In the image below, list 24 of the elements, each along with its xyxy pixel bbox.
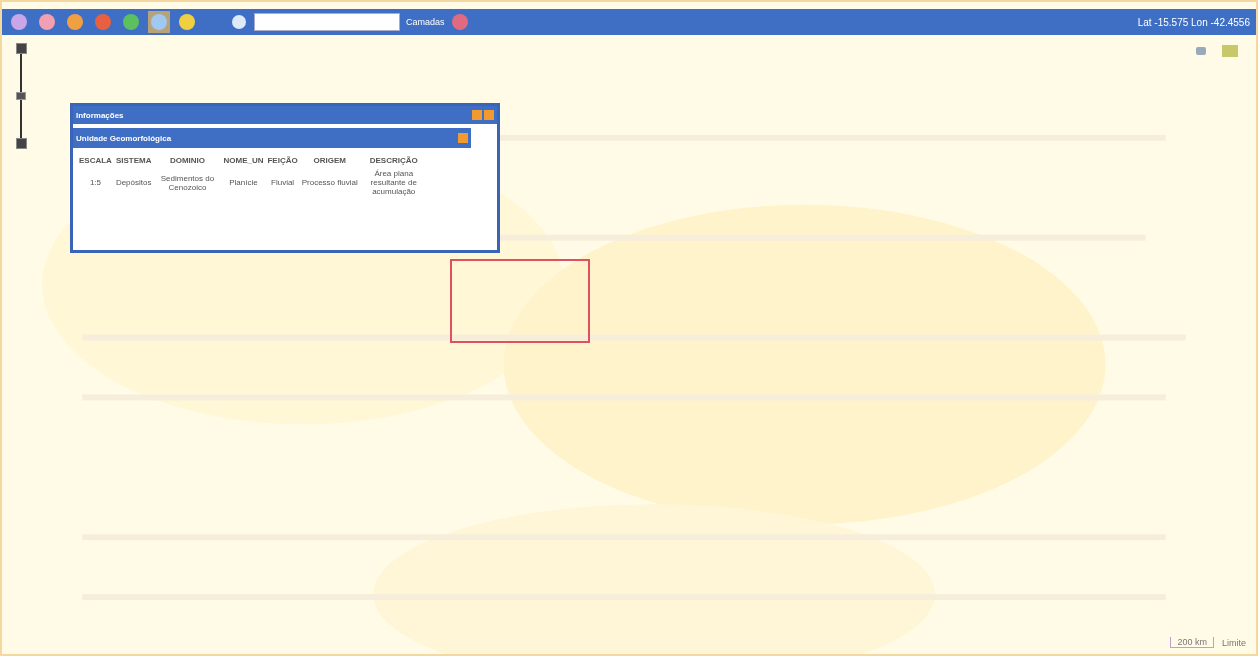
column-header: NOME_UN (222, 155, 265, 167)
table-cell-text: 1:5 (88, 177, 102, 189)
column-header: ESCALA (78, 155, 113, 167)
coordinates-text: Lat -15.575 Lon -42.4556 (1137, 16, 1250, 28)
scale-label: Limite (1222, 637, 1246, 648)
scale-bar: 200 km (1170, 637, 1214, 648)
zoom-in-button[interactable] (15, 43, 27, 54)
table-cell-text: Sedimentos do Cenozoico (159, 172, 216, 194)
popup-title: Informações (76, 110, 125, 120)
column-header: ORIGEM (312, 155, 347, 167)
column-header: DOMINIO (168, 155, 206, 167)
table-cell-text: Processo fluvial (300, 177, 359, 189)
column-header: SISTEMA (114, 155, 153, 167)
table-cell-text: Depósitos (114, 177, 153, 189)
zoom-out-button[interactable] (15, 138, 27, 149)
zoom-thumb[interactable] (16, 92, 26, 100)
table-cell-text: Fluvial (270, 177, 296, 189)
column-header: DESCRIÇÃO (368, 155, 419, 167)
column-header: FEIÇÃO (266, 155, 299, 167)
table-cell-text: Área plana resultante de acumulação (369, 168, 418, 198)
search-field[interactable] (254, 13, 400, 31)
section-title: Unidade Geomorfológica (76, 133, 173, 143)
layers-label[interactable]: Camadas (406, 17, 445, 27)
table-cell-text: Planície (228, 177, 259, 189)
